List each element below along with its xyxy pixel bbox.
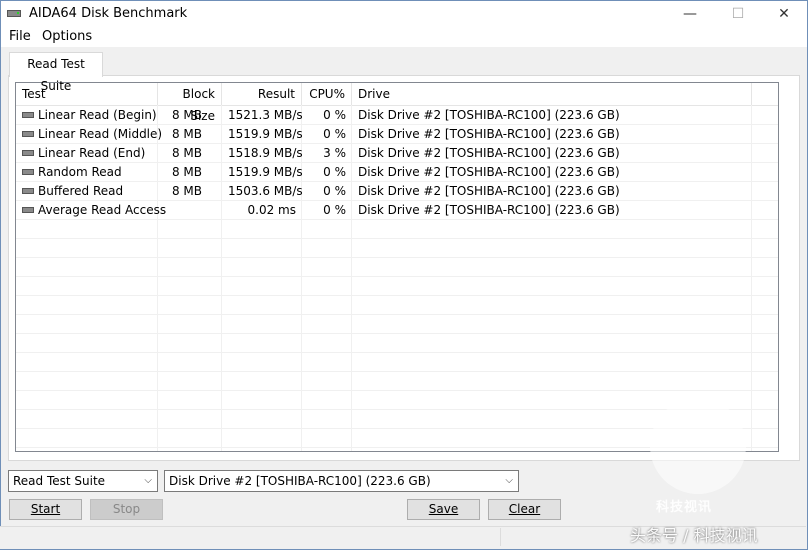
cpu-cell: 0 % — [323, 127, 346, 141]
empty-row — [16, 353, 778, 372]
window-title: AIDA64 Disk Benchmark — [29, 6, 188, 21]
empty-row — [16, 220, 778, 239]
table-row[interactable]: Buffered Read 8 MB 1503.6 MB/s 0 % Disk … — [16, 182, 778, 201]
empty-row — [16, 391, 778, 410]
chevron-down-icon: ⌵ — [505, 475, 513, 486]
test-cell: Linear Read (Middle) — [16, 125, 162, 144]
block-size-cell: 8 MB — [171, 165, 202, 179]
disk-drive-icon — [22, 206, 34, 213]
result-cell: 1519.9 MB/s — [228, 165, 303, 179]
table-row[interactable]: Linear Read (Begin) 8 MB 1521.3 MB/s 0 %… — [16, 106, 778, 125]
test-cell: Random Read — [16, 163, 158, 182]
empty-row — [16, 315, 778, 334]
col-drive-header[interactable]: Drive — [352, 83, 752, 105]
watermark-caption: 头条号 / 科技视讯 — [630, 526, 758, 545]
drive-cell: Disk Drive #2 [TOSHIBA-RC100] (223.6 GB) — [358, 184, 620, 198]
col-test-header[interactable]: Test — [16, 83, 158, 105]
empty-row — [16, 277, 778, 296]
disk-drive-icon — [22, 149, 34, 156]
cpu-cell: 0 % — [323, 108, 346, 122]
suite-select-value: Read Test Suite — [13, 474, 106, 488]
test-name: Linear Read (End) — [38, 146, 146, 160]
test-name: Buffered Read — [38, 184, 124, 198]
test-name: Average Read Access — [38, 203, 167, 217]
block-size-cell — [158, 201, 208, 220]
test-cell: Linear Read (Begin) — [16, 106, 158, 125]
result-cell: 1518.9 MB/s — [228, 146, 303, 160]
disk-drive-icon — [22, 187, 34, 194]
result-cell: 1503.6 MB/s — [228, 184, 303, 198]
table-row[interactable]: Linear Read (End) 8 MB 1518.9 MB/s 3 % D… — [16, 144, 778, 163]
title-bar: AIDA64 Disk Benchmark — ☐ ✕ — [1, 1, 807, 27]
status-divider — [500, 528, 501, 546]
empty-row — [16, 239, 778, 258]
cpu-cell: 0 % — [323, 203, 346, 217]
drive-select[interactable]: Disk Drive #2 [TOSHIBA-RC100] (223.6 GB)… — [164, 470, 519, 492]
disk-drive-icon — [22, 168, 34, 175]
menu-options[interactable]: Options — [42, 29, 92, 44]
block-size-cell: 8 MB — [171, 108, 202, 122]
table-row[interactable]: Linear Read (Middle) 8 MB 1519.9 MB/s 0 … — [16, 125, 778, 144]
stop-button[interactable]: Stop — [90, 499, 163, 520]
cpu-cell: 3 % — [323, 146, 346, 160]
disk-drive-icon — [22, 130, 34, 137]
cpu-cell: 0 % — [323, 165, 346, 179]
block-size-cell: 8 MB — [171, 127, 202, 141]
block-size-cell: 8 MB — [171, 184, 202, 198]
start-button[interactable]: Start — [9, 499, 82, 520]
empty-row — [16, 258, 778, 277]
col-result-header[interactable]: Result — [222, 83, 302, 105]
clear-label: Clear — [508, 502, 541, 516]
watermark-logo-text: 科技视讯 — [656, 500, 713, 515]
drive-select-value: Disk Drive #2 [TOSHIBA-RC100] (223.6 GB) — [169, 474, 431, 488]
drive-cell: Disk Drive #2 [TOSHIBA-RC100] (223.6 GB) — [358, 108, 620, 122]
save-label: Save — [428, 502, 459, 516]
stop-label: Stop — [112, 502, 141, 516]
cpu-cell: 0 % — [323, 184, 346, 198]
table-header: Test Block Size Result CPU% Drive — [16, 83, 778, 123]
table-row[interactable]: Random Read 8 MB 1519.9 MB/s 0 % Disk Dr… — [16, 163, 778, 182]
minimize-button[interactable]: — — [667, 1, 713, 27]
col-cpu-header[interactable]: CPU% — [302, 83, 352, 105]
test-name: Linear Read (Middle) — [38, 127, 163, 141]
disk-drive-icon — [7, 10, 21, 17]
close-button[interactable]: ✕ — [761, 1, 807, 27]
drive-cell: Disk Drive #2 [TOSHIBA-RC100] (223.6 GB) — [358, 146, 620, 160]
watermark-logo — [650, 398, 746, 494]
test-name: Linear Read (Begin) — [38, 108, 157, 122]
clear-button[interactable]: Clear — [488, 499, 561, 520]
menu-file[interactable]: File — [9, 29, 31, 44]
disk-drive-icon — [22, 111, 34, 118]
test-name: Random Read — [38, 165, 122, 179]
block-size-cell: 8 MB — [171, 146, 202, 160]
empty-row — [16, 372, 778, 391]
menu-bar: File Options — [1, 27, 807, 47]
tab-read-test-suite[interactable]: Read Test Suite — [9, 52, 103, 93]
save-button[interactable]: Save — [407, 499, 480, 520]
suite-select[interactable]: Read Test Suite ⌵ — [8, 470, 158, 492]
col-block-size-header[interactable]: Block Size — [158, 83, 222, 123]
test-cell: Linear Read (End) — [16, 144, 158, 163]
drive-cell: Disk Drive #2 [TOSHIBA-RC100] (223.6 GB) — [358, 203, 620, 217]
result-cell: 1521.3 MB/s — [228, 108, 303, 122]
results-table: Test Block Size Result CPU% Drive Linear… — [15, 82, 779, 452]
result-cell: 0.02 ms — [247, 203, 296, 217]
test-cell: Average Read Access — [16, 201, 166, 220]
start-label: Start — [30, 502, 61, 516]
result-cell: 1519.9 MB/s — [228, 127, 303, 141]
maximize-button[interactable]: ☐ — [715, 1, 761, 27]
empty-row — [16, 296, 778, 315]
drive-cell: Disk Drive #2 [TOSHIBA-RC100] (223.6 GB) — [358, 165, 620, 179]
drive-cell: Disk Drive #2 [TOSHIBA-RC100] (223.6 GB) — [358, 127, 620, 141]
chevron-down-icon: ⌵ — [144, 475, 152, 486]
empty-row — [16, 334, 778, 353]
test-cell: Buffered Read — [16, 182, 158, 201]
table-row[interactable]: Average Read Access 0.02 ms 0 % Disk Dri… — [16, 201, 778, 220]
